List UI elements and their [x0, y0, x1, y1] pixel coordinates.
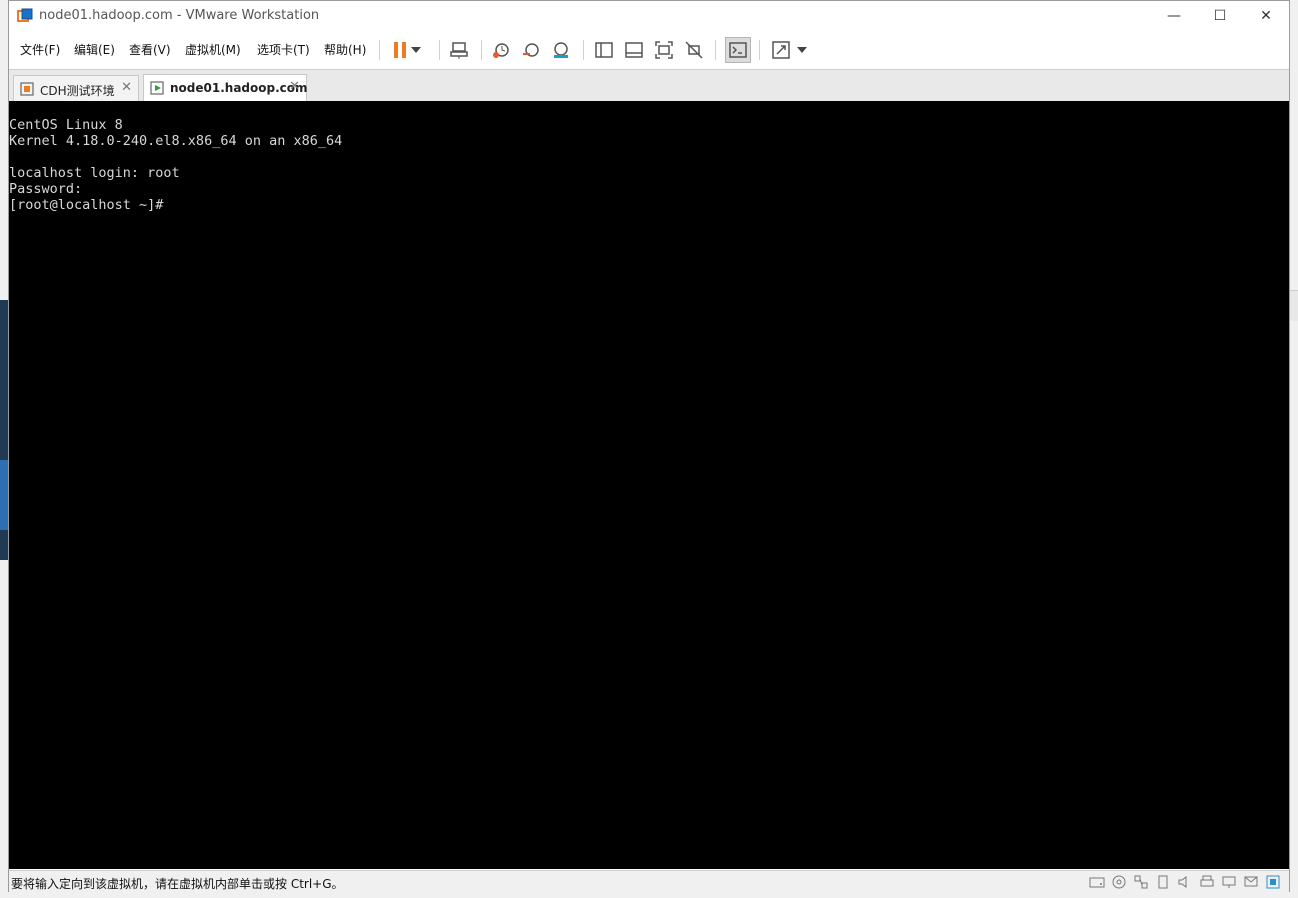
- status-bar: 要将输入定向到该虚拟机，请在虚拟机内部单击或按 Ctrl+G。: [9, 870, 1289, 893]
- stretch-dropdown-icon[interactable]: [795, 38, 809, 62]
- sound-icon[interactable]: [1177, 874, 1193, 890]
- stretch-icon[interactable]: [769, 38, 793, 62]
- snapshot-manager-icon[interactable]: [549, 38, 573, 62]
- tab-cdh-env[interactable]: CDH测试环境 ✕: [13, 75, 139, 101]
- vm-console[interactable]: CentOS Linux 8 Kernel 4.18.0-240.el8.x86_…: [9, 101, 1289, 869]
- toolbar-separator: [759, 40, 760, 60]
- send-ctrl-alt-del-icon[interactable]: [447, 38, 471, 62]
- console-line: Password:: [9, 181, 83, 197]
- device-icon[interactable]: [1265, 874, 1281, 890]
- window-title: node01.hadoop.com - VMware Workstation: [39, 8, 320, 23]
- hard-disk-icon[interactable]: [1089, 874, 1105, 890]
- menu-vm[interactable]: 虚拟机(M): [185, 41, 241, 58]
- tab-node01[interactable]: node01.hadoop.com ✕: [143, 74, 308, 102]
- menu-help[interactable]: 帮助(H): [324, 41, 366, 58]
- toolbar-separator: [379, 40, 380, 60]
- snapshot-icon[interactable]: [489, 38, 513, 62]
- message-icon[interactable]: [1243, 874, 1259, 890]
- device-status-icons: [1089, 874, 1281, 890]
- desktop-taskbar-fragment: [0, 460, 8, 530]
- status-message: 要将输入定向到该虚拟机，请在虚拟机内部单击或按 Ctrl+G。: [11, 877, 344, 891]
- minimize-button[interactable]: —: [1151, 1, 1197, 31]
- menu-edit[interactable]: 编辑(E): [74, 41, 115, 58]
- console-line: Kernel 4.18.0-240.el8.x86_64 on an x86_6…: [9, 133, 343, 149]
- close-button[interactable]: ✕: [1243, 1, 1289, 31]
- usb-icon[interactable]: [1155, 874, 1171, 890]
- menu-view[interactable]: 查看(V): [129, 41, 171, 58]
- thumbnail-bar-icon[interactable]: [622, 38, 646, 62]
- console-line: CentOS Linux 8: [9, 117, 123, 133]
- menu-file[interactable]: 文件(F): [20, 41, 60, 58]
- fullscreen-icon[interactable]: [652, 38, 676, 62]
- toolbar-separator: [481, 40, 482, 60]
- tab-label: node01.hadoop.com: [170, 81, 308, 95]
- desktop-background-left: [0, 300, 8, 560]
- menu-bar: 文件(F) 编辑(E) 查看(V) 虚拟机(M) 选项卡(T) 帮助(H): [9, 32, 1289, 68]
- cd-rom-icon[interactable]: [1111, 874, 1127, 890]
- network-icon[interactable]: [1133, 874, 1149, 890]
- console-line: [root@localhost ~]#: [9, 197, 164, 213]
- toolbar-separator: [439, 40, 440, 60]
- vm-tab-icon: [20, 82, 34, 96]
- printer-icon[interactable]: [1199, 874, 1215, 890]
- tab-close-icon[interactable]: ✕: [289, 79, 300, 94]
- unity-icon[interactable]: [682, 38, 706, 62]
- console-line: localhost login: root: [9, 165, 180, 181]
- title-bar[interactable]: node01.hadoop.com - VMware Workstation —…: [9, 1, 1289, 31]
- vm-running-icon: [150, 81, 164, 95]
- toolbar-separator: [715, 40, 716, 60]
- sidebar-icon[interactable]: [592, 38, 616, 62]
- maximize-button[interactable]: ☐: [1197, 1, 1243, 31]
- console-output: CentOS Linux 8 Kernel 4.18.0-240.el8.x86_…: [9, 117, 342, 213]
- display-icon[interactable]: [1221, 874, 1237, 890]
- vm-tab-bar: CDH测试环境 ✕ node01.hadoop.com ✕: [9, 69, 1289, 102]
- revert-snapshot-icon[interactable]: [519, 38, 543, 62]
- tab-close-icon[interactable]: ✕: [121, 80, 132, 95]
- vmware-app-icon: [17, 8, 33, 24]
- console-view-icon[interactable]: [725, 37, 751, 63]
- menu-tabs[interactable]: 选项卡(T): [257, 41, 310, 58]
- vmware-window: node01.hadoop.com - VMware Workstation —…: [8, 0, 1290, 893]
- toolbar-separator: [583, 40, 584, 60]
- tab-label: CDH测试环境: [40, 84, 115, 98]
- power-dropdown-icon[interactable]: [409, 38, 423, 62]
